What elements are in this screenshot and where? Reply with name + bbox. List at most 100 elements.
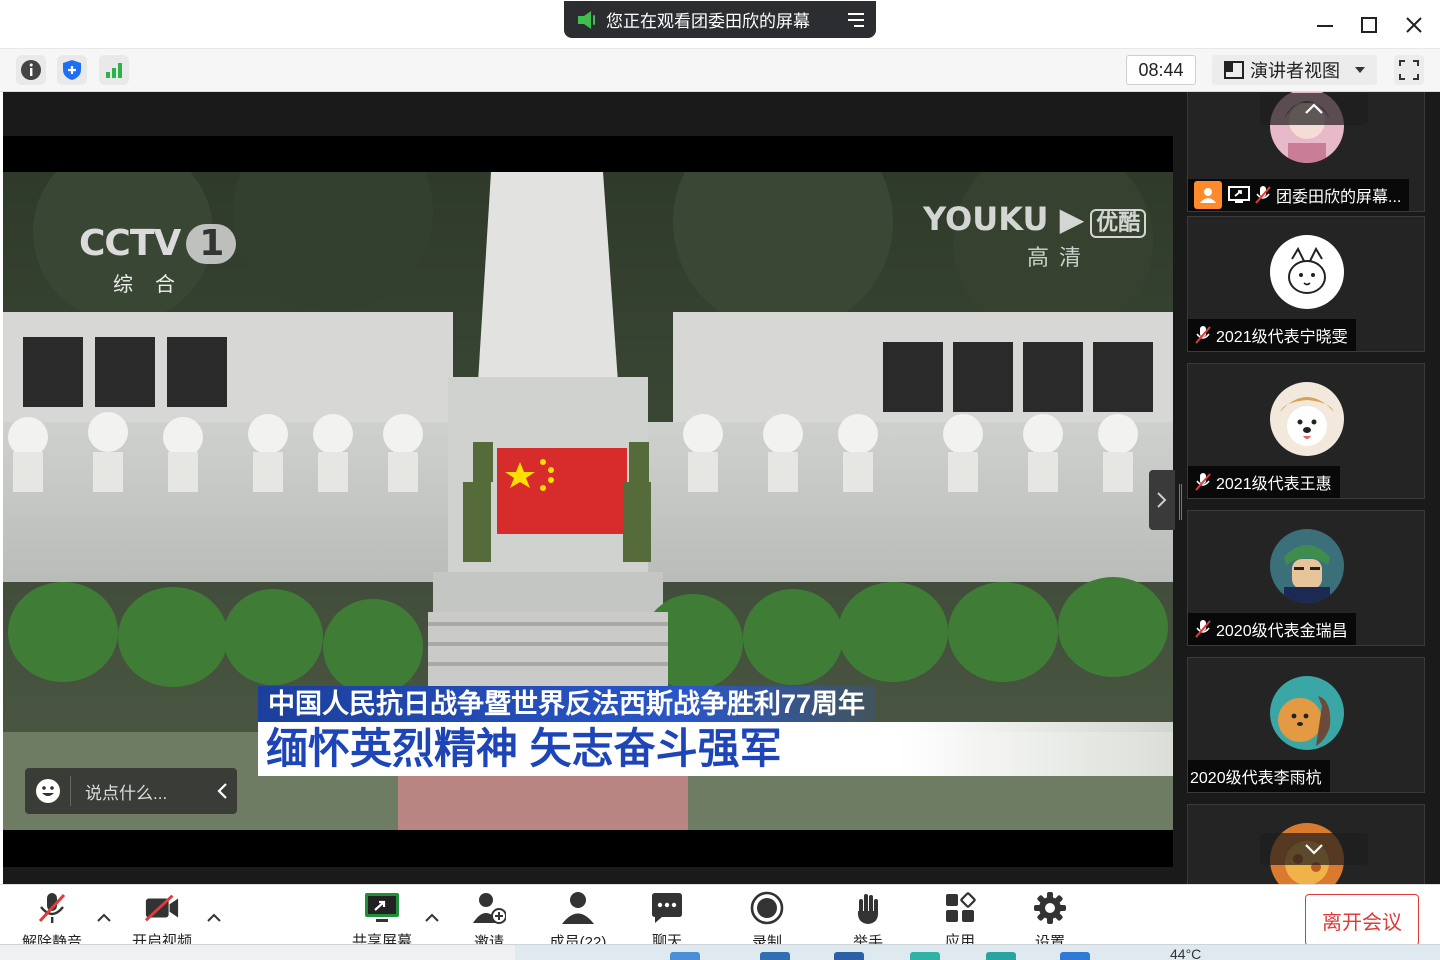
speaker-icon: [578, 10, 595, 29]
leave-meeting-button[interactable]: 离开会议: [1305, 894, 1419, 944]
settings-label: 设置: [1034, 934, 1065, 944]
audio-options-caret-icon[interactable]: [96, 909, 112, 925]
chat-label: 聊天: [651, 933, 682, 944]
share-status-text: 您正在观看团委田欣的屏幕: [606, 12, 810, 31]
speaker-view-icon: [1224, 61, 1244, 79]
youku-watermark: YOUKU ▶ 优酷: [923, 200, 1147, 238]
unmute-button[interactable]: 解除静音: [12, 891, 92, 944]
members-icon: [560, 891, 596, 925]
panel-splitter-handle[interactable]: [1179, 484, 1182, 520]
taskbar-right-region: [515, 944, 1440, 960]
participant-tile[interactable]: 团委田欣的屏幕...: [1187, 92, 1425, 212]
video-off-icon: [144, 891, 180, 924]
start-video-button[interactable]: 开启视频: [122, 891, 202, 944]
os-taskbar: 44°C: [0, 944, 1440, 960]
record-label: 录制: [751, 934, 782, 944]
settings-button[interactable]: 设置: [1010, 891, 1090, 944]
unmute-label: 解除静音: [21, 934, 82, 944]
screen-share-status-pill[interactable]: 您正在观看团委田欣的屏幕: [564, 1, 876, 38]
info-icon[interactable]: [16, 55, 46, 85]
record-icon: [749, 891, 785, 925]
meeting-timer: 08:44: [1126, 55, 1196, 85]
screen-share-icon: [1226, 184, 1252, 206]
youku-tag: 优酷: [1090, 209, 1147, 238]
danmu-placeholder: 说点什么...: [85, 783, 168, 803]
participant-name-bar: 2021级代表宁晓雯: [1188, 319, 1356, 351]
share-menu-icon[interactable]: [840, 8, 864, 32]
emoji-icon[interactable]: [25, 776, 71, 806]
video-options-caret-icon[interactable]: [206, 909, 222, 925]
share-screen-button[interactable]: 共享屏幕: [342, 891, 422, 944]
apps-button[interactable]: 应用: [920, 891, 1000, 944]
youku-text: YOUKU: [923, 200, 1049, 238]
taskbar-app-icon[interactable]: [910, 952, 940, 960]
chat-icon: [649, 891, 685, 924]
collapse-panel-button[interactable]: [1149, 470, 1175, 530]
participant-tile[interactable]: 2020级代表金瑞昌: [1187, 510, 1425, 646]
view-mode-label: 演讲者视图: [1250, 61, 1340, 81]
avatar: [1270, 676, 1344, 750]
caret-down-icon: [1355, 67, 1365, 73]
taskbar-app-icon[interactable]: [1060, 952, 1090, 960]
taskbar-app-icon[interactable]: [834, 952, 864, 960]
raise-hand-label: 举手: [852, 934, 883, 944]
participant-name: 2021级代表宁晓雯: [1216, 329, 1348, 346]
participant-name-bar: 2020级代表李雨杭: [1188, 760, 1330, 792]
apps-label: 应用: [944, 933, 975, 944]
meeting-toolbar: 解除静音 开启视频 共享屏幕 邀请 成员(22) 聊天 录制 举手 应用 设置 …: [0, 884, 1440, 944]
participant-tile[interactable]: 2021级代表宁晓雯: [1187, 216, 1425, 352]
chevron-up-icon: [1305, 103, 1323, 114]
scroll-up-button[interactable]: [1260, 93, 1368, 125]
close-icon[interactable]: [1401, 12, 1427, 38]
danmu-input[interactable]: 说点什么...: [25, 768, 237, 814]
shared-video: CCTV 1 综合 YOUKU ▶ 优酷 高清 中国人民抗日战争暨世界反法西斯战争胜…: [3, 136, 1173, 867]
avatar: [1270, 382, 1344, 456]
raise-hand-button[interactable]: 举手: [828, 891, 908, 944]
participant-name: 2020级代表李雨杭: [1190, 770, 1322, 787]
gear-icon: [1032, 891, 1068, 925]
participant-name: 2020级代表金瑞昌: [1216, 623, 1348, 640]
cctv-channel-number: 1: [186, 224, 237, 264]
share-options-caret-icon[interactable]: [424, 909, 440, 925]
meeting-info-bar: 08:44 演讲者视图: [0, 48, 1440, 92]
signal-icon[interactable]: [99, 55, 129, 85]
participant-tile[interactable]: 2021级代表王惠: [1187, 363, 1425, 499]
taskbar-app-icon[interactable]: [760, 952, 790, 960]
invite-label: 邀请: [473, 934, 504, 944]
video-caption-top: 中国人民抗日战争暨世界反法西斯战争胜利77周年: [258, 686, 876, 722]
title-bar: 您正在观看团委田欣的屏幕: [0, 0, 1440, 48]
shield-icon[interactable]: [57, 55, 87, 85]
chevron-left-icon[interactable]: [207, 782, 237, 800]
fullscreen-icon[interactable]: [1394, 55, 1424, 85]
scroll-down-button[interactable]: [1260, 833, 1368, 865]
video-caption-main: 缅怀英烈精神 矢志奋斗强军: [258, 722, 1173, 776]
taskbar-weather[interactable]: 44°C: [1170, 946, 1201, 960]
cctv-channel-sub: 综合: [113, 274, 197, 296]
avatar: [1270, 235, 1344, 309]
view-mode-dropdown[interactable]: 演讲者视图: [1212, 55, 1377, 85]
video-frame: CCTV 1 综合 YOUKU ▶ 优酷 高清 中国人民抗日战争暨世界反法西斯战争胜…: [3, 172, 1173, 830]
meeting-window: 您正在观看团委田欣的屏幕 08:44 演讲者视图 CCTV 1 综合 YOUKU…: [0, 0, 1440, 960]
participant-tile[interactable]: 2020级代表李雨杭: [1187, 657, 1425, 793]
cctv-logo: CCTV 1: [79, 223, 237, 264]
share-screen-icon: [364, 891, 400, 924]
youku-quality: 高清: [1027, 245, 1092, 270]
participant-name-bar: 2021级代表王惠: [1188, 466, 1340, 498]
maximize-icon[interactable]: [1356, 12, 1382, 38]
participant-gallery: 团委田欣的屏幕... 2021级代表宁晓雯 2021级代表王惠 2020级代表金…: [1187, 92, 1440, 884]
taskbar-left-region: [0, 944, 515, 960]
record-button[interactable]: 录制: [727, 891, 807, 944]
minimize-icon[interactable]: [1312, 12, 1338, 38]
participant-tile[interactable]: [1187, 804, 1425, 884]
mic-muted-icon: [1255, 186, 1271, 204]
cohost-icon: [1194, 181, 1222, 209]
taskbar-app-icon[interactable]: [986, 952, 1016, 960]
start-video-label: 开启视频: [131, 933, 192, 944]
members-button[interactable]: 成员(22): [538, 891, 618, 944]
chevron-right-icon: [1157, 492, 1167, 508]
add-user-icon: [471, 891, 507, 925]
taskbar-app-icon[interactable]: [670, 952, 700, 960]
chat-button[interactable]: 聊天: [627, 891, 707, 944]
invite-button[interactable]: 邀请: [449, 891, 529, 944]
avatar: [1270, 529, 1344, 603]
